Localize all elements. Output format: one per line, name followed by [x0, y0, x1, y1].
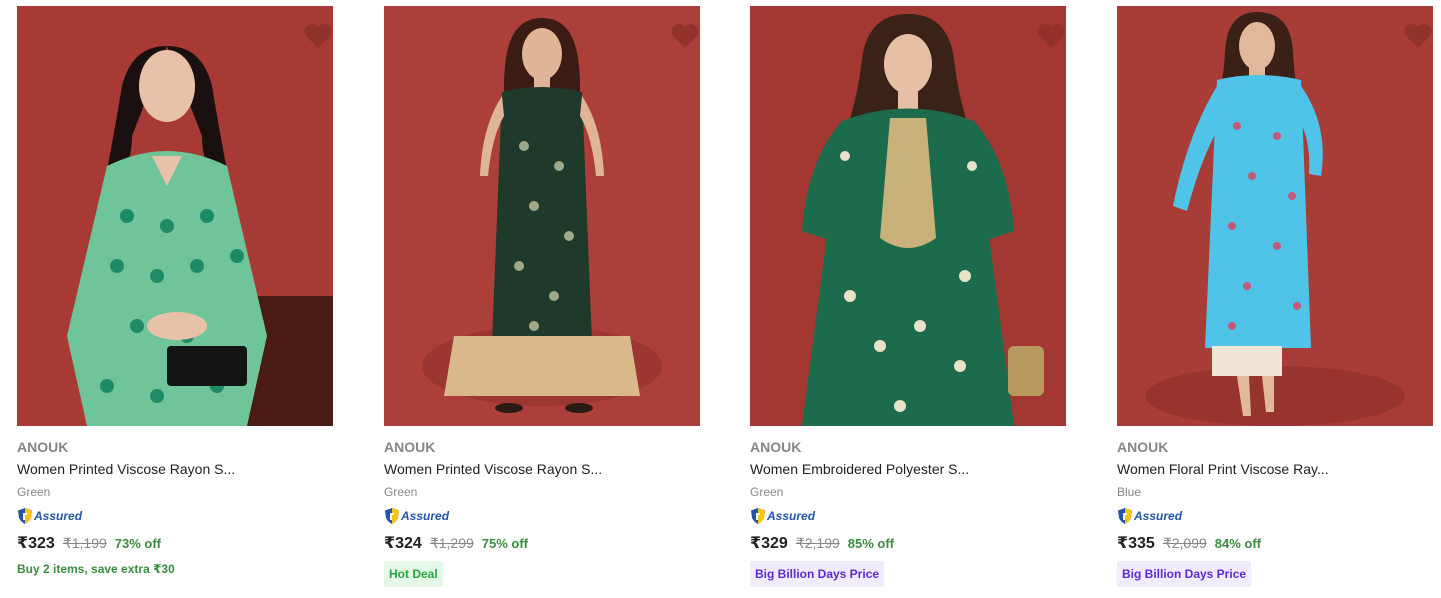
- discount-percent: 85% off: [847, 536, 895, 551]
- assured-badge: Assured: [384, 507, 700, 525]
- product-title[interactable]: Women Printed Viscose Rayon S...: [384, 459, 700, 479]
- wishlist-heart-icon[interactable]: [1036, 22, 1066, 50]
- discount-percent: 75% off: [481, 536, 529, 551]
- big-billion-days-tag: Big Billion Days Price: [750, 561, 885, 587]
- product-photo: [17, 6, 333, 426]
- assured-label: Assured: [34, 509, 83, 523]
- product-card[interactable]: ANOUK Women Printed Viscose Rayon S... G…: [384, 6, 700, 596]
- product-card[interactable]: ANOUK Women Floral Print Viscose Ray... …: [1117, 6, 1433, 596]
- discount-percent: 84% off: [1214, 536, 1262, 551]
- product-photo: [750, 6, 1066, 426]
- assured-label: Assured: [1134, 509, 1183, 523]
- product-grid: ANOUK Women Printed Viscose Rayon S... G…: [0, 0, 1441, 598]
- product-color: Green: [750, 485, 784, 499]
- selling-price: ₹329: [750, 535, 788, 552]
- discount-percent: 73% off: [114, 536, 162, 551]
- price-row: ₹323 ₹1,199 73% off: [17, 533, 333, 555]
- product-card[interactable]: ANOUK Women Printed Viscose Rayon S... G…: [17, 6, 333, 596]
- product-color: Blue: [1117, 485, 1142, 499]
- wishlist-heart-icon[interactable]: [670, 22, 700, 50]
- selling-price: ₹323: [17, 535, 55, 552]
- product-brand: ANOUK: [750, 439, 802, 455]
- selling-price: ₹335: [1117, 535, 1155, 552]
- assured-shield-icon: [1118, 508, 1132, 524]
- assured-badge: Assured: [1117, 507, 1433, 525]
- product-title[interactable]: Women Printed Viscose Rayon S...: [17, 459, 333, 479]
- product-image[interactable]: [750, 6, 1066, 426]
- product-brand: ANOUK: [1117, 439, 1169, 455]
- product-card[interactable]: ANOUK Women Embroidered Polyester S... G…: [750, 6, 1066, 596]
- product-photo: [1117, 6, 1433, 426]
- wishlist-heart-icon[interactable]: [303, 22, 333, 50]
- selling-price: ₹324: [384, 535, 422, 552]
- hot-deal-tag: Hot Deal: [384, 561, 443, 587]
- wishlist-heart-icon[interactable]: [1403, 22, 1433, 50]
- assured-shield-icon: [385, 508, 399, 524]
- product-image[interactable]: [17, 6, 333, 426]
- price-row: ₹324 ₹1,299 75% off: [384, 533, 700, 555]
- product-title[interactable]: Women Floral Print Viscose Ray...: [1117, 459, 1433, 479]
- original-price: ₹1,199: [62, 535, 107, 551]
- assured-badge: Assured: [17, 507, 333, 525]
- product-brand: ANOUK: [17, 439, 69, 455]
- product-title[interactable]: Women Embroidered Polyester S...: [750, 459, 1066, 479]
- product-color: Green: [17, 485, 51, 499]
- product-photo: [384, 6, 700, 426]
- price-row: ₹329 ₹2,199 85% off: [750, 533, 1066, 555]
- assured-shield-icon: [18, 508, 32, 524]
- price-row: ₹335 ₹2,099 84% off: [1117, 533, 1433, 555]
- big-billion-days-tag: Big Billion Days Price: [1117, 561, 1252, 587]
- product-color: Green: [384, 485, 418, 499]
- assured-label: Assured: [401, 509, 450, 523]
- assured-label: Assured: [767, 509, 816, 523]
- product-brand: ANOUK: [384, 439, 436, 455]
- original-price: ₹2,199: [795, 535, 840, 551]
- product-image[interactable]: [384, 6, 700, 426]
- original-price: ₹1,299: [429, 535, 474, 551]
- original-price: ₹2,099: [1162, 535, 1207, 551]
- assured-badge: Assured: [750, 507, 1066, 525]
- product-image[interactable]: [1117, 6, 1433, 426]
- assured-shield-icon: [751, 508, 765, 524]
- bundle-offer: Buy 2 items, save extra ₹30: [17, 562, 175, 576]
